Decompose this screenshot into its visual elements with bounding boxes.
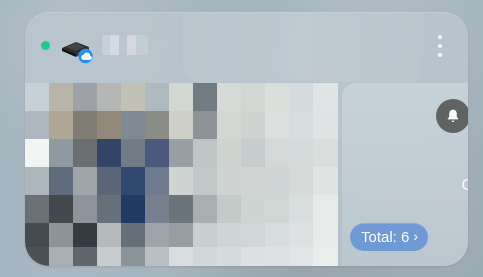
- total-events-label: Total: 6: [361, 228, 410, 246]
- camera-preview-thumbnail[interactable]: [25, 83, 338, 266]
- total-events-button[interactable]: Total: 6 ›: [350, 223, 429, 251]
- header-glass-area: [183, 12, 423, 82]
- camera-card: C Total: 6 ›: [25, 12, 468, 266]
- partial-label: C: [461, 176, 468, 194]
- bell-icon: [447, 109, 459, 122]
- online-status-indicator: [41, 41, 50, 50]
- event-side-panel: C Total: 6 ›: [342, 83, 468, 266]
- chevron-right-icon: ›: [413, 228, 419, 244]
- more-vertical-icon: [438, 35, 442, 57]
- camera-device-icon: [58, 37, 95, 65]
- notifications-button[interactable]: [436, 99, 468, 133]
- more-options-button[interactable]: [430, 31, 450, 61]
- device-name: [102, 35, 148, 55]
- card-header: [25, 12, 468, 82]
